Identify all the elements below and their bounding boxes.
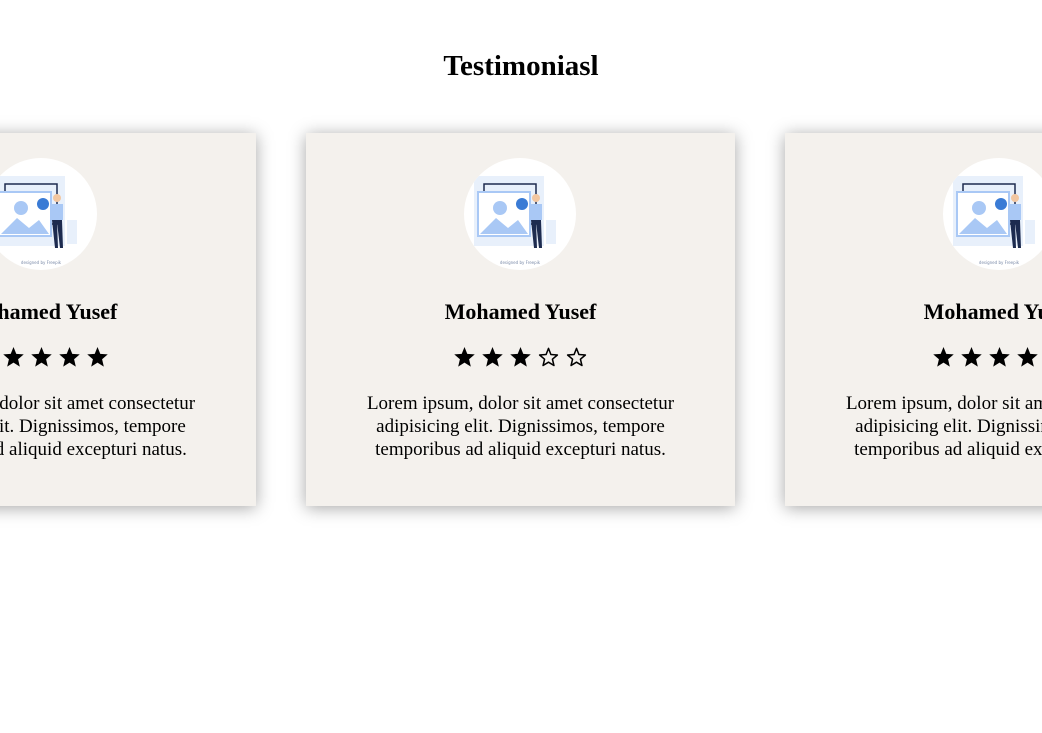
testimonial-text: Lorem ipsum, dolor sit amet consectetur … [366,393,675,460]
star-filled-icon [932,346,955,368]
testimonial-text: Lorem ipsum, dolor sit amet consectetur … [845,393,1042,460]
star-filled-icon [30,346,53,368]
svg-text:designed by Freepik: designed by Freepik [500,260,541,265]
star-filled-icon [960,346,983,368]
page-title: Testimoniasl [443,50,599,82]
star-filled-icon [481,346,504,368]
testimonial-text: Lorem ipsum, dolor sit amet consectetur … [0,393,196,460]
star-filled-icon [509,346,532,368]
svg-text:designed by Freepik: designed by Freepik [979,260,1020,265]
testimonial-name: Mohamed Yusef [444,299,597,324]
testimonial-card: designed by Freepik Mohamed Yusef Lorem … [785,133,1042,506]
svg-text:designed by Freepik: designed by Freepik [21,260,62,265]
star-rating [785,346,1042,368]
testimonial-name: Mohamed Yusef [0,299,118,324]
star-filled-icon [453,346,476,368]
image-illustration-icon: designed by Freepik [943,158,1042,270]
avatar: designed by Freepik [0,158,97,270]
image-illustration-icon: designed by Freepik [0,158,97,270]
star-rating [0,346,256,368]
star-outline-icon [537,346,560,368]
avatar: designed by Freepik [464,158,576,270]
testimonial-card: designed by Freepik Mohamed Yusef Lorem … [0,133,256,506]
avatar: designed by Freepik [943,158,1042,270]
star-filled-icon [2,346,25,368]
image-illustration-icon: designed by Freepik [464,158,576,270]
star-outline-icon [565,346,588,368]
star-rating [306,346,735,368]
star-filled-icon [1016,346,1039,368]
testimonial-card: designed by Freepik Mohamed Yusef Lorem … [306,133,735,506]
star-filled-icon [58,346,81,368]
testimonial-name: Mohamed Yusef [923,299,1042,324]
star-filled-icon [988,346,1011,368]
testimonials-section: Testimoniasl designed by Freepik Mohamed… [0,0,1042,733]
star-filled-icon [86,346,109,368]
